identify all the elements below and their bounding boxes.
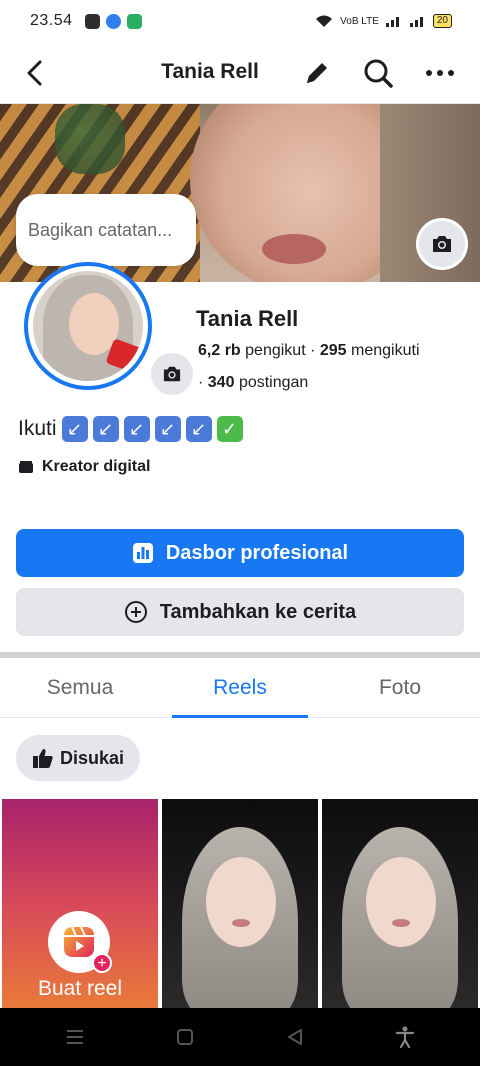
followers-count[interactable]: 6,2 rb: [198, 342, 241, 359]
wifi-icon: [316, 15, 333, 27]
clapperboard-icon: [19, 461, 33, 473]
accessibility-icon: [395, 1026, 415, 1048]
create-reel-tile[interactable]: + Buat reel: [2, 799, 158, 1009]
signal-icon: [409, 17, 423, 27]
category-label: Kreator digital: [42, 458, 151, 475]
signal-icon: [385, 17, 399, 27]
posts-count: 340: [207, 374, 235, 391]
add-to-story-label: Tambahkan ke cerita: [159, 600, 357, 623]
arrow-emoji-icon: ↙: [185, 416, 212, 442]
add-to-story-button[interactable]: Tambahkan ke cerita: [16, 588, 464, 636]
posts-label: postingan: [238, 374, 309, 391]
reel-thumbnail-lips: [232, 919, 250, 927]
system-back-button[interactable]: [275, 1017, 315, 1057]
dashboard-icon: [132, 543, 153, 563]
tab-foto[interactable]: Foto: [320, 658, 480, 717]
tab-label: Reels: [213, 675, 267, 699]
status-bar: 23.54 VoB LTE 20: [0, 0, 480, 42]
recent-apps-button[interactable]: [55, 1017, 95, 1057]
back-triangle-icon: [288, 1029, 302, 1045]
create-reel-label: Buat reel: [37, 977, 123, 1000]
note-placeholder: Bagikan catatan...: [28, 219, 173, 240]
cover-photo-plant: [55, 104, 125, 174]
stats-separator: ·: [310, 342, 316, 359]
following-count[interactable]: 295: [320, 342, 347, 359]
tab-label: Foto: [378, 675, 422, 699]
profile-bio: Ikuti ↙ ↙ ↙ ↙ ↙ ✓: [18, 416, 243, 442]
check-emoji-icon: ✓: [216, 416, 243, 442]
arrow-emoji-icon: ↙: [154, 416, 181, 442]
home-square-icon: [177, 1029, 193, 1045]
profile-header: Tania Rell: [0, 42, 480, 104]
followers-label[interactable]: pengikut: [245, 342, 306, 359]
reels-grid: + Buat reel: [2, 799, 478, 1009]
tab-semua[interactable]: Semua: [0, 658, 160, 717]
arrow-emoji-icon: ↙: [92, 416, 119, 442]
profile-stats: 6,2 rb pengikut · 295 mengikuti: [198, 342, 420, 360]
page-title-text: Tania Rell: [161, 60, 259, 83]
camera-icon: [433, 236, 451, 252]
tab-label: Semua: [46, 675, 114, 699]
profile-category: Kreator digital: [18, 458, 150, 476]
page-title: Tania Rell: [0, 60, 480, 84]
more-button[interactable]: [423, 56, 457, 90]
more-icon: [426, 70, 454, 76]
accessibility-button[interactable]: [385, 1017, 425, 1057]
avatar: [33, 271, 143, 381]
search-icon: [364, 59, 393, 88]
reel-thumbnail-face: [206, 857, 276, 947]
tab-reels[interactable]: Reels: [160, 658, 320, 718]
profile-stats-posts: · 340 postingan: [198, 374, 308, 392]
status-app-icons: [84, 13, 142, 29]
profile-tabs: Semua Reels Foto: [0, 658, 480, 718]
app-notification-icon: [126, 13, 142, 29]
stats-separator: ·: [198, 374, 204, 391]
reel-thumbnail-face: [366, 857, 436, 947]
add-circle-icon: [124, 601, 147, 623]
reel-thumbnail[interactable]: [162, 799, 318, 1009]
pencil-icon: [307, 63, 327, 83]
profile-name: Tania Rell: [196, 306, 299, 331]
professional-dashboard-button[interactable]: Dasbor profesional: [16, 529, 464, 577]
home-button[interactable]: [165, 1017, 205, 1057]
edit-cover-button[interactable]: [416, 218, 468, 270]
arrow-emoji-icon: ↙: [61, 416, 88, 442]
arrow-emoji-icon: ↙: [123, 416, 150, 442]
plus-icon: +: [92, 953, 112, 973]
bio-text: Ikuti: [18, 417, 57, 440]
network-label: VoB LTE: [340, 15, 379, 27]
liked-filter-chip[interactable]: Disukai: [16, 735, 141, 781]
reels-icon: [64, 926, 94, 957]
thumbs-up-icon: [33, 749, 53, 768]
professional-dashboard-label: Dasbor profesional: [165, 541, 349, 564]
note-bubble[interactable]: Bagikan catatan...: [16, 194, 196, 266]
status-indicators: VoB LTE 20: [314, 14, 452, 28]
menu-icon: [67, 1030, 83, 1044]
battery-icon: 20: [432, 14, 452, 28]
system-navigation-bar: [0, 1008, 480, 1066]
reel-thumbnail[interactable]: [322, 799, 478, 1009]
app-notification-icon: [84, 13, 100, 29]
camera-icon: [163, 366, 181, 382]
search-button[interactable]: [361, 56, 395, 90]
liked-filter-label: Disukai: [60, 747, 125, 768]
edit-button[interactable]: [300, 56, 334, 90]
edit-avatar-button[interactable]: [148, 350, 196, 398]
app-notification-icon: [105, 13, 121, 29]
cover-photo-lips: [262, 234, 326, 264]
story-ring: [24, 262, 152, 390]
status-time: 23.54: [30, 12, 73, 29]
following-label[interactable]: mengikuti: [351, 342, 419, 359]
profile-picture[interactable]: [24, 262, 196, 398]
reel-thumbnail-lips: [392, 919, 410, 927]
